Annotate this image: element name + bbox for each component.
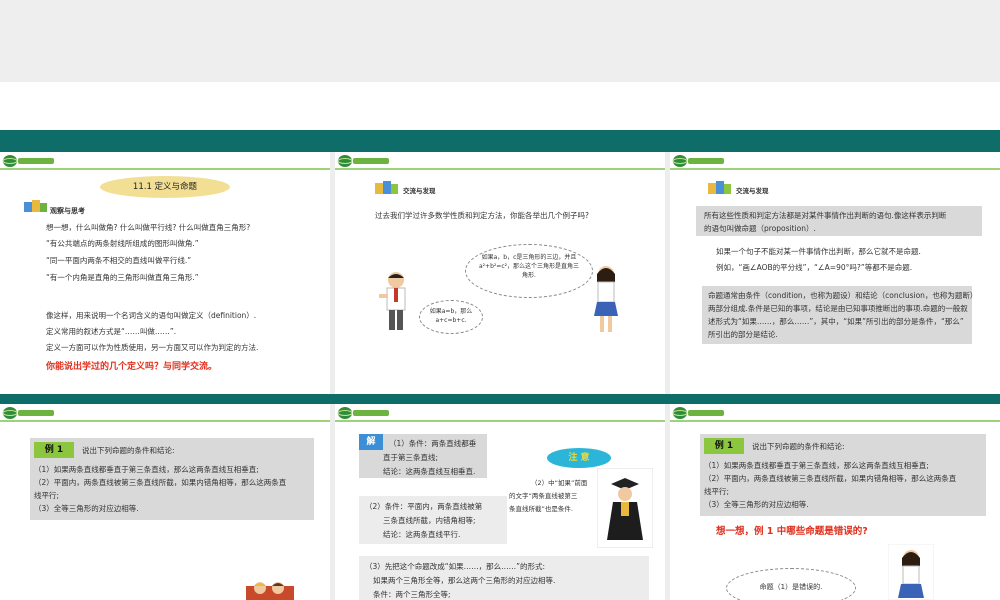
example-box: 例 1 说出下列命题的条件和结论: （1）如果两条直线都垂直于第三条直线，那么这… (30, 438, 314, 520)
question-text: 过去我们学过许多数学性质和判定方法，你能各举出几个例子吗? (375, 211, 589, 220)
example-item: （2）平面内，两条直线被第三条直线所截，如果内错角相等，那么这两条直 (34, 478, 287, 487)
slide-header (670, 404, 1000, 426)
solution-box-2: （2）条件：平面内，两条直线被第 三条直线所截，内错角相等; 结论：这两条直线平… (359, 496, 507, 544)
note-line: （2）中“如果”前面 (531, 479, 588, 487)
example-item: 线平行; (704, 487, 730, 496)
slide-header (335, 404, 665, 426)
question-text: 想一想，例 1 中哪些命题是错误的? (716, 526, 868, 537)
solution-box-1: 解 （1）条件：两条直线都垂 直于第三条直线; 结论：这两条直线互相垂直. (359, 434, 487, 478)
text-line: “同一平面内两条不相交的直线叫做平行线.” (46, 256, 192, 265)
students-figure (246, 582, 294, 600)
example-heading: 说出下列命题的条件和结论: (82, 446, 175, 455)
slide-thumbnail-4[interactable]: 例 1 说出下列命题的条件和结论: （1）如果两条直线都垂直于第三条直线，那么这… (0, 404, 330, 600)
text-line: 所有这些性质和判定方法都是对某件事情作出判断的语句.像这样表示判断 (704, 211, 947, 220)
speech-cloud: 命题（1）是错误的. (726, 568, 856, 600)
books-icon (24, 200, 47, 212)
text-line: 条件：两个三角形全等; (373, 590, 451, 599)
slide-thumbnail-1[interactable]: 11.1 定义与命题 观察与思考 想一想，什么叫做角? 什么叫做平行线? 什么叫… (0, 152, 330, 394)
text-line: 结论：这两条直线平行. (383, 530, 461, 539)
speech-cloud-left: 如果a=b，那么a+c=b+c. (419, 300, 483, 334)
teal-divider-middle (0, 394, 1000, 404)
teal-divider-top (0, 130, 1000, 152)
text-line: 想一想，什么叫做角? 什么叫做平行线? 什么叫做直角三角形? (46, 223, 251, 232)
text-line: 直于第三条直线; (383, 453, 439, 462)
definition-line: 定义常用的叙述方式是“……叫做……”. (46, 327, 177, 336)
text-line: 如果一个句子不能对某一件事情作出判断，那么它就不是命题. (716, 247, 921, 256)
section-label: 交流与发现 (736, 187, 769, 195)
slide-thumbnail-6[interactable]: 例 1 说出下列命题的条件和结论: （1）如果两条直线都垂直于第三条直线，那么这… (670, 404, 1000, 600)
girl-student-figure (594, 266, 618, 332)
header-band (0, 82, 1000, 130)
puzzle-icon (708, 181, 731, 194)
slide-header (335, 152, 665, 174)
definition-line: 像这样，用来说明一个名词含义的语句叫做定义（definition）. (46, 311, 257, 320)
note-line: 的文字“两条直线被第三 (509, 492, 578, 500)
slide-thumbnail-3[interactable]: 交流与发现 所有这些性质和判定方法都是对某件事情作出判断的语句.像这样表示判断 … (670, 152, 1000, 394)
note-line: 条直线所截”也是条件. (509, 505, 573, 513)
text-line: “有一个内角是直角的三角形叫做直角三角形.” (46, 273, 199, 282)
example-item: （1）如果两条直线都垂直于第三条直线，那么这两条直线互相垂直; (704, 461, 929, 470)
solution-tag: 解 (359, 434, 383, 450)
example-heading: 说出下列命题的条件和结论: (752, 442, 845, 451)
proposition-box: 命题通常由条件（condition，也称为题设）和结论（conclusion，也… (702, 286, 977, 344)
slide-thumbnail-5[interactable]: 解 （1）条件：两条直线都垂 直于第三条直线; 结论：这两条直线互相垂直. 注 … (335, 404, 665, 600)
text-line: 两部分组成.条件是已知的事项，结论是由已知事项推断出的事项.命题的一般叙 (708, 304, 968, 313)
globe-logo-icon (672, 155, 724, 167)
slide-header (670, 152, 1000, 174)
globe-logo-icon (2, 155, 54, 167)
example-tag: 例 1 (34, 442, 74, 458)
puzzle-icon (375, 181, 398, 194)
text-line: 结论：这两条直线互相垂直. (383, 467, 476, 476)
slide-header (0, 404, 330, 426)
globe-logo-icon (337, 155, 389, 167)
solution-box-3: （3）先把这个命题改成“如果……，那么……”的形式: 如果两个三角形全等，那么这… (359, 556, 649, 600)
text-line: 如果两个三角形全等，那么这两个三角形的对应边相等. (373, 576, 556, 585)
boy-student-figure (379, 272, 406, 330)
globe-logo-icon (672, 407, 724, 419)
definition-line: 定义一方面可以作为性质使用，另一方面又可以作为判定的方法. (46, 343, 259, 352)
example-item: 线平行; (34, 491, 60, 500)
example-tag: 例 1 (704, 438, 744, 454)
globe-logo-icon (2, 407, 54, 419)
globe-logo-icon (337, 407, 389, 419)
prompt-text: 你能说出学过的几个定义吗？与同学交流。 (46, 362, 218, 372)
example-item: （2）平面内，两条直线被第三条直线所截，如果内错角相等，那么这两条直 (704, 474, 957, 483)
slide-thumbnail-2[interactable]: 交流与发现 过去我们学过许多数学性质和判定方法，你能各举出几个例子吗? 如果a，… (335, 152, 665, 394)
text-line: （2）条件：平面内，两条直线被第 (365, 502, 483, 511)
girl-student-figure (888, 544, 934, 600)
text-line: 三条直线所截，内错角相等; (383, 516, 476, 525)
example-item: （1）如果两条直线都垂直于第三条直线，那么这两条直线互相垂直; (34, 465, 259, 474)
graduate-figure (597, 468, 653, 548)
text-line: 命题通常由条件（condition，也称为题设）和结论（conclusion，也… (708, 291, 978, 300)
example-item: （3）全等三角形的对应边相等. (34, 504, 139, 513)
text-line: 例如，“画∠AOB的平分线”，“∠A=90°吗?”等都不是命题. (716, 263, 913, 272)
top-blank-area (0, 0, 1000, 82)
speech-cloud-right: 如果a，b，c是三角形的三边，并且a²+b²=c²，那么这个三角形是直角三角形. (465, 244, 593, 298)
section-label: 交流与发现 (403, 187, 436, 195)
slide-title: 11.1 定义与命题 (100, 176, 230, 198)
section-label: 观察与思考 (50, 207, 85, 215)
slide-header (0, 152, 330, 174)
text-line: 述形式为“如果……，那么……”，其中，“如果”所引出的部分是条件，“那么” (708, 317, 964, 326)
text-line: 所引出的部分是结论. (708, 330, 778, 339)
text-line: 的语句叫做命题（proposition）. (704, 224, 816, 233)
text-line: （1）条件：两条直线都垂 (389, 439, 477, 448)
note-badge: 注 意 (547, 448, 611, 468)
example-box: 例 1 说出下列命题的条件和结论: （1）如果两条直线都垂直于第三条直线，那么这… (700, 434, 986, 516)
text-line: （3）先把这个命题改成“如果……，那么……”的形式: (365, 562, 546, 571)
definition-box: 所有这些性质和判定方法都是对某件事情作出判断的语句.像这样表示判断 的语句叫做命… (696, 206, 982, 236)
example-item: （3）全等三角形的对应边相等. (704, 500, 809, 509)
text-line: “有公共端点的两条射线所组成的图形叫做角.” (46, 239, 199, 248)
